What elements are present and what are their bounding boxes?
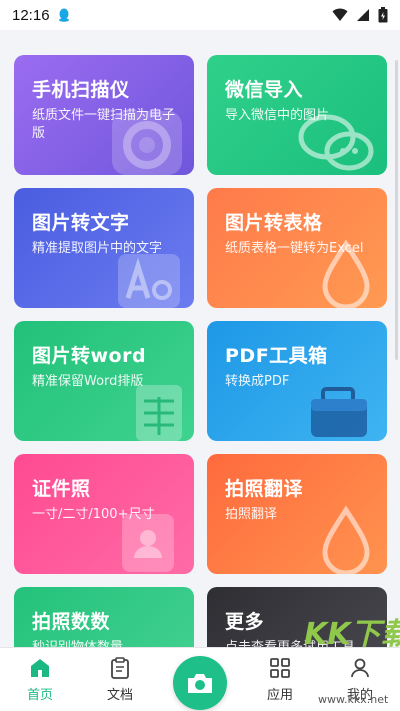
card-title: 图片转表格 (225, 212, 323, 234)
nav-docs[interactable]: 文档 (90, 656, 150, 703)
card-title: 更多 (225, 611, 265, 633)
card-title: 拍照翻译 (225, 478, 304, 500)
scrollbar[interactable] (395, 60, 398, 360)
toolbox-icon (311, 387, 367, 437)
signal-icon (357, 9, 369, 21)
nav-apps-label: 应用 (266, 688, 293, 703)
card-title: 手机扫描仪 (32, 79, 130, 101)
card-pdf-toolbox[interactable]: PDF工具箱 转换成PDF (207, 321, 387, 441)
camera-lens-icon (112, 111, 182, 175)
card-photo-translate[interactable]: 拍照翻译 拍照翻译 (207, 454, 387, 574)
card-image-to-table[interactable]: 图片转表格 纸质表格一键转为Excel (207, 188, 387, 308)
watermark: KK下载 www.kkx.net (300, 607, 400, 711)
card-title: 证件照 (32, 478, 91, 500)
watermark-letters: KK下载 (304, 617, 400, 652)
card-image-to-word[interactable]: 图片转word 精准保留Word排版 (14, 321, 194, 441)
feature-grid: 手机扫描仪 纸质文件一键扫描为电子版 微信导入 导入微信中的图片 图片转文字 精… (0, 30, 400, 647)
card-title: 微信导入 (225, 79, 304, 101)
drop-icon (322, 239, 370, 308)
wechat-icon (298, 114, 374, 171)
id-badge-icon (122, 514, 174, 572)
text-aa-icon (118, 254, 180, 308)
card-wechat-import[interactable]: 微信导入 导入微信中的图片 (207, 55, 387, 175)
wifi-icon (332, 8, 348, 21)
nav-home[interactable]: 首页 (10, 656, 70, 703)
watermark-url: www.kkx.net (318, 693, 389, 706)
card-title: 拍照数数 (32, 611, 111, 633)
card-scanner[interactable]: 手机扫描仪 纸质文件一键扫描为电子版 (14, 55, 194, 175)
nav-docs-label: 文档 (106, 688, 133, 703)
status-time: 12:16 (12, 6, 50, 24)
drop-icon (322, 505, 370, 574)
grid-icon (270, 658, 290, 678)
card-image-to-text[interactable]: 图片转文字 精准提取图片中的文字 (14, 188, 194, 308)
camera-icon (188, 674, 212, 693)
battery-icon (378, 7, 388, 23)
home-icon (31, 659, 49, 677)
nav-home-label: 首页 (26, 688, 53, 703)
qq-icon (58, 8, 69, 22)
card-id-photo[interactable]: 证件照 一寸/二寸/100+尺寸 (14, 454, 194, 574)
clipboard-icon (111, 657, 129, 679)
card-title: 图片转word (32, 345, 147, 367)
card-title: 图片转文字 (32, 212, 130, 234)
card-desc: 秒识别物体数量 (32, 639, 182, 647)
camera-button[interactable] (173, 656, 227, 710)
card-title: PDF工具箱 (225, 345, 328, 367)
card-photo-count[interactable]: 拍照数数 秒识别物体数量 (14, 587, 194, 647)
spreadsheet-icon (136, 385, 182, 441)
status-bar: 12:16 (0, 0, 400, 30)
